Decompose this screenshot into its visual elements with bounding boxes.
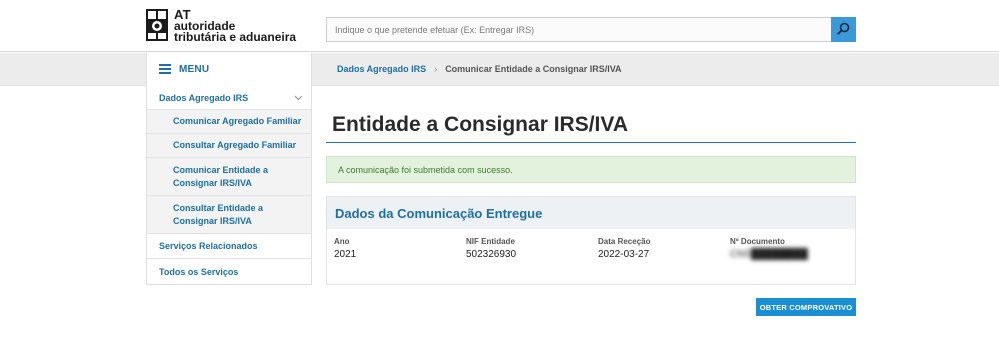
menu-label: MENU — [179, 64, 210, 75]
sidebar-item-label: Consultar Agregado Familiar — [173, 140, 297, 150]
sidebar-item-todos-servicos[interactable]: Todos os Serviços — [147, 259, 311, 284]
sidebar-item-label-line2: Consignar IRS/IVA — [173, 177, 252, 188]
field-label: Data Receção — [598, 237, 651, 246]
menu-toggle[interactable]: MENU — [146, 53, 312, 86]
sidebar-item-label: Serviços Relacionados — [159, 241, 258, 251]
sidebar-item-label: Todos os Serviços — [159, 266, 239, 277]
sidebar-item-servicos-relacionados[interactable]: Serviços Relacionados — [147, 234, 311, 259]
at-logo[interactable]: AT autoridade tributária e aduaneira — [146, 8, 297, 44]
success-alert: A comunicação foi submetida com sucesso. — [326, 156, 856, 183]
field-data-rececao: Data Receção 2022-03-27 — [598, 237, 650, 260]
field-value: 2021 — [334, 249, 357, 260]
field-label: Ano — [334, 237, 350, 246]
sidebar: Dados Agregado IRS Comunicar Agregado Fa… — [146, 86, 312, 285]
sidebar-item-label-line2: Consignar IRS/IVA — [173, 215, 252, 226]
sidebar-item-label-line1: Comunicar Entidade a — [173, 164, 269, 175]
field-value-redacted: CNS████████ — [730, 249, 808, 260]
sidebar-item-comunicar-entidade[interactable]: Comunicar Entidade a Consignar IRS/IVA — [147, 158, 311, 196]
field-label: NIF Entidade — [466, 237, 515, 246]
chevron-down-icon — [294, 93, 303, 103]
page-title: Entidade a Consignar IRS/IVA — [332, 113, 628, 136]
hamburger-icon — [159, 61, 171, 79]
sidebar-item-label-line1: Consultar Entidade a — [173, 202, 264, 213]
site-header: AT autoridade tributária e aduaneira — [0, 0, 999, 52]
sidebar-item-label: Comunicar Agregado Familiar — [173, 116, 302, 126]
field-value: 2022-03-27 — [598, 249, 650, 260]
field-n-documento: Nº Documento CNS████████ — [730, 237, 808, 260]
search-input[interactable] — [326, 17, 831, 42]
success-alert-text: A comunicação foi submetida com sucesso. — [338, 164, 513, 175]
breadcrumb-item-dados-agregado[interactable]: Dados Agregado IRS — [337, 64, 426, 74]
sidebar-section-label: Dados Agregado IRS — [159, 92, 249, 103]
field-value: 502326930 — [466, 249, 517, 260]
obter-comprovativo-button[interactable]: OBTER COMPROVATIVO — [756, 298, 856, 316]
field-ano: Ano 2021 — [334, 237, 356, 260]
sidebar-section-dados-agregado[interactable]: Dados Agregado IRS — [147, 86, 311, 110]
search-bar — [326, 17, 856, 42]
breadcrumb-item-current: Comunicar Entidade a Consignar IRS/IVA — [445, 64, 622, 74]
logo-line-3: tributária e aduaneira — [174, 30, 297, 44]
title-divider — [326, 142, 856, 143]
sidebar-item-consultar-agregado[interactable]: Consultar Agregado Familiar — [147, 134, 311, 158]
sidebar-item-comunicar-agregado[interactable]: Comunicar Agregado Familiar — [147, 110, 311, 134]
search-icon — [837, 22, 850, 38]
communication-panel: Dados da Comunicação Entregue Ano 2021 N… — [326, 196, 856, 285]
search-button[interactable] — [831, 17, 856, 42]
field-nif-entidade: NIF Entidade 502326930 — [466, 237, 516, 260]
breadcrumb: Dados Agregado IRS › Comunicar Entidade … — [337, 64, 622, 74]
coat-of-arms-icon — [146, 9, 168, 41]
field-label: Nº Documento — [730, 237, 785, 246]
sidebar-item-consultar-entidade[interactable]: Consultar Entidade a Consignar IRS/IVA — [147, 196, 311, 234]
breadcrumb-separator: › — [434, 64, 438, 74]
panel-title: Dados da Comunicação Entregue — [327, 197, 855, 229]
